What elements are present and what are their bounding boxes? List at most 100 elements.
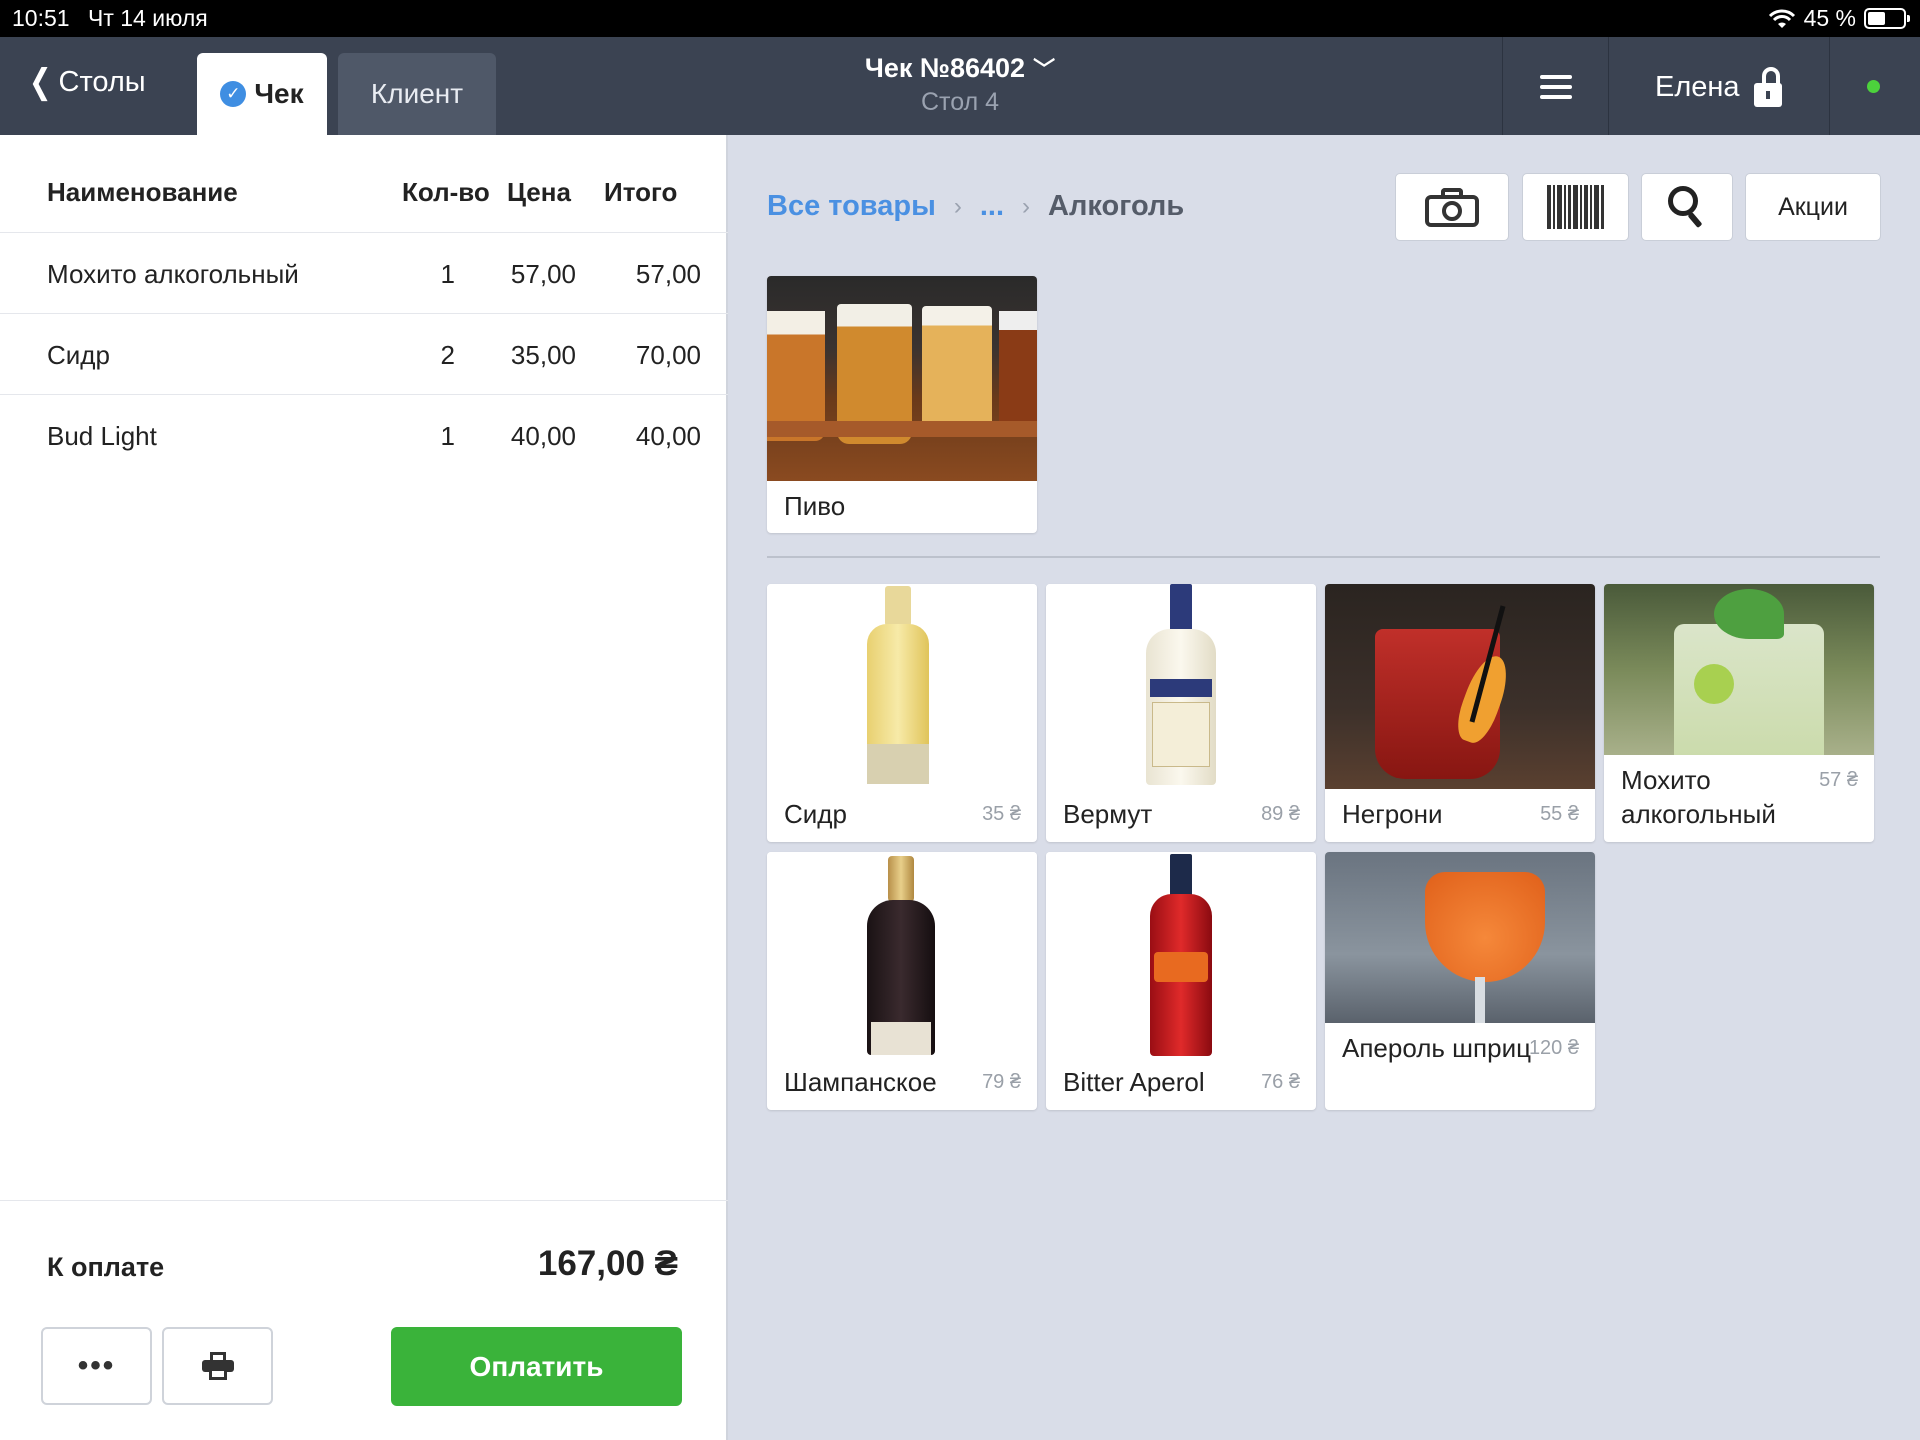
promotions-button[interactable]: Акции [1745,173,1881,241]
aperol-image [1046,852,1316,1057]
status-date: Чт 14 июля [88,5,208,31]
product-name: Мохито алкогольный [1621,765,1776,829]
champagne-image [767,852,1037,1057]
table-row[interactable]: Bud Light 1 40,00 40,00 [0,395,728,476]
table-label: Стол 4 [920,88,999,116]
tab-check[interactable]: ✓ Чек [197,53,327,135]
chevron-down-icon: ﹀ [1033,57,1056,82]
barcode-icon [1547,185,1604,229]
row-price: 35,00 [510,340,576,370]
product-name: Сидр [784,799,847,829]
row-total: 40,00 [635,421,701,451]
back-label: Столы [58,65,146,98]
product-card-negroni[interactable]: Негрони 55 ₴ [1325,584,1595,842]
category-card-beer[interactable]: Пиво [767,276,1037,533]
row-name: Мохито алкогольный [47,259,299,289]
back-button[interactable]: ❮ Столы [26,65,146,99]
category-name: Пиво [784,491,846,521]
product-price: 35 ₴ [982,803,1021,825]
product-card-aperol[interactable]: Bitter Aperol 76 ₴ [1046,852,1316,1110]
battery-percent: 45 % [1803,5,1856,31]
check-number: Чек №86402 [864,53,1026,83]
row-price: 40,00 [510,421,576,451]
printer-icon [201,1352,234,1380]
product-name: Bitter Aperol [1063,1067,1205,1097]
product-price: 57 ₴ [1819,769,1858,791]
status-right: 45 % [1768,5,1910,32]
table-row[interactable]: Сидр 2 35,00 70,00 [0,314,728,395]
tab-client-label: Клиент [370,78,464,109]
row-name: Сидр [47,340,110,370]
search-icon [1668,186,1706,229]
breadcrumb: Все товары › ... › Алкоголь [767,190,1184,223]
table-header: Наименование Кол-во Цена Итого [0,135,728,233]
user-lock-button[interactable]: Елена [1655,67,1782,107]
barcode-button[interactable] [1522,173,1629,241]
amount-due-label: К оплате [47,1252,165,1282]
chevron-left-icon: ❮ [28,63,52,101]
divider [1502,37,1503,135]
product-price: 89 ₴ [1261,803,1300,825]
product-card-champagne[interactable]: Шампанское 79 ₴ [767,852,1037,1110]
breadcrumb-ellipsis[interactable]: ... [980,190,1004,223]
pay-button[interactable]: Оплатить [391,1327,682,1406]
divider [1829,37,1830,135]
row-name: Bud Light [47,421,157,451]
table-row[interactable]: Мохито алкогольный 1 57,00 57,00 [0,233,728,314]
status-time: 10:51 [12,5,70,31]
row-total: 70,00 [635,340,701,370]
product-name: Апероль шприц [1342,1033,1531,1063]
chevron-right-icon: › [1022,192,1031,220]
aperol-spritz-image [1325,852,1595,1023]
product-price: 55 ₴ [1540,803,1579,825]
camera-button[interactable] [1395,173,1509,241]
product-card-aperol-spritz[interactable]: Апероль шприц 120 ₴ [1325,852,1595,1110]
row-qty: 1 [440,421,455,451]
status-bar: 10:51 Чт 14 июля 45 % [0,0,1920,37]
divider [0,1200,728,1201]
product-card-cider[interactable]: Сидр 35 ₴ [767,584,1037,842]
product-price: 79 ₴ [982,1071,1021,1093]
breadcrumb-current: Алкоголь [1048,190,1185,222]
product-price: 76 ₴ [1261,1071,1300,1093]
wifi-icon [1768,9,1795,28]
product-name: Шампанское [784,1067,937,1097]
product-name: Вермут [1063,799,1153,829]
column-qty: Кол-во [402,177,490,207]
chevron-right-icon: › [953,192,962,220]
row-qty: 1 [440,259,455,289]
amount-due-value: 167,00 ₴ [537,1244,678,1283]
top-bar: ❮ Столы ✓ Чек Клиент Чек №86402 ﹀ Стол 4 … [0,37,1920,135]
row-total: 57,00 [635,259,701,289]
check-panel: Наименование Кол-во Цена Итого Мохито ал… [0,135,728,1440]
column-total: Итого [604,177,678,207]
breadcrumb-all-products[interactable]: Все товары [767,190,936,223]
tab-check-label: Чек [254,78,304,109]
more-button[interactable]: ••• [41,1327,152,1405]
unlock-icon [1753,67,1782,107]
cider-image [767,584,1037,789]
vermouth-image [1046,584,1316,789]
row-qty: 2 [440,340,455,370]
product-card-vermouth[interactable]: Вермут 89 ₴ [1046,584,1316,842]
online-status-indicator [1867,80,1880,93]
divider [767,556,1880,558]
product-name: Негрони [1342,799,1443,829]
product-price: 120 ₴ [1528,1037,1579,1059]
tab-client[interactable]: Клиент [338,53,496,135]
negroni-image [1325,584,1595,789]
user-name: Елена [1655,70,1740,103]
battery-icon [1864,8,1910,29]
check-title-dropdown[interactable]: Чек №86402 ﹀ Стол 4 [760,52,1160,117]
row-price: 57,00 [510,259,576,289]
column-name: Наименование [47,177,238,207]
product-card-mojito[interactable]: Мохито алкогольный 57 ₴ [1604,584,1874,842]
print-button[interactable] [162,1327,273,1405]
column-price: Цена [507,177,571,207]
check-title: Чек №86402 ﹀ [760,52,1160,84]
camera-icon [1425,187,1479,227]
divider [1608,37,1609,135]
mojito-image [1604,584,1874,755]
menu-icon[interactable] [1540,75,1572,105]
search-button[interactable] [1641,173,1733,241]
